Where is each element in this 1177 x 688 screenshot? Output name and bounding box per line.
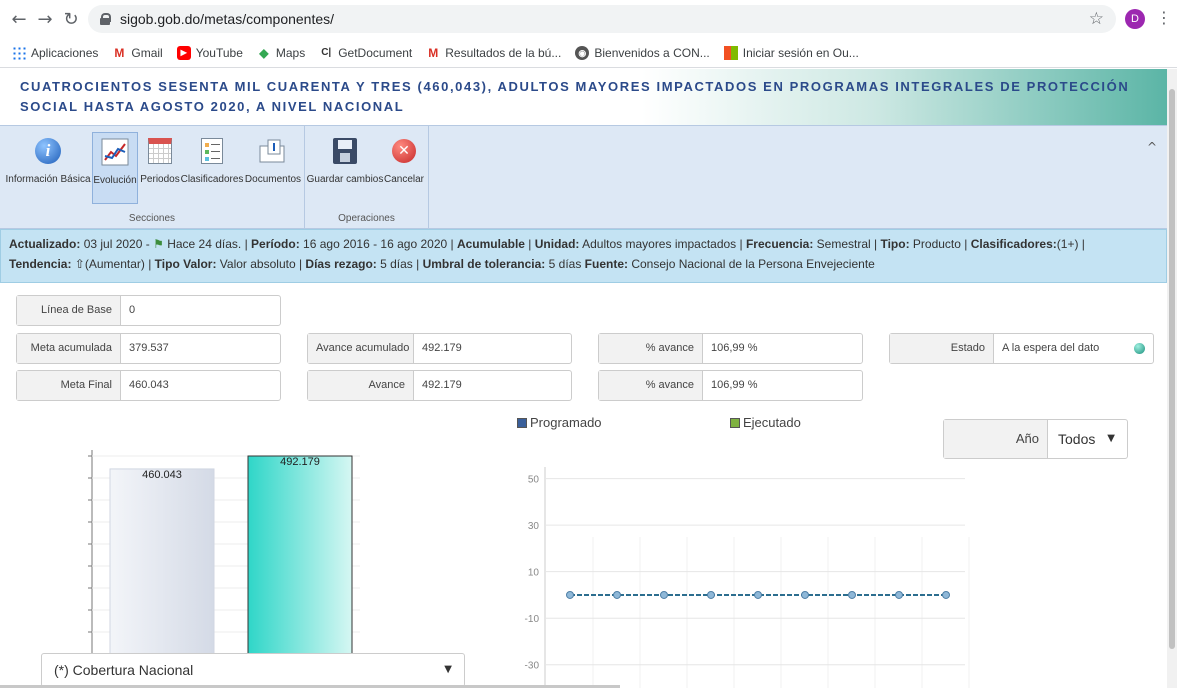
legend-swatch (517, 417, 527, 428)
y-tick-label: 30 (528, 521, 540, 532)
bookmark-iniciar-sesion[interactable]: Iniciar sesión en Ou... (723, 45, 859, 60)
bar-group-meta: 460.043Meta (109, 468, 215, 677)
ribbon-group-label: Secciones (128, 213, 176, 224)
guardar-cambios-button[interactable]: Guardar cambios (307, 132, 383, 204)
data-point (848, 590, 856, 599)
meta-acumulada-field: Meta acumulada 379.537 (16, 333, 281, 364)
documentos-button[interactable]: Documentos (244, 132, 302, 204)
dropdown-caret-icon: ▼ (1107, 433, 1115, 444)
line-chart-icon (101, 138, 129, 166)
bookmark-aplicaciones[interactable]: Aplicaciones (12, 45, 98, 60)
maps-icon: ◆ (259, 45, 269, 60)
microsoft-icon (723, 45, 738, 60)
data-point (660, 590, 668, 599)
data-point (613, 590, 621, 599)
gmail-icon: M (114, 45, 125, 60)
status-dot-icon (1134, 343, 1145, 354)
pct-avance-field-1: % avance 106,99 % (598, 333, 863, 364)
region-select[interactable]: (*) Cobertura Nacional ▼ (41, 653, 465, 687)
bookmark-maps[interactable]: ◆ Maps (257, 46, 305, 60)
bar-avance (247, 455, 353, 655)
anio-select[interactable]: Año Todos ▼ (943, 419, 1128, 459)
apps-grid-icon (12, 45, 26, 60)
data-point (942, 590, 950, 599)
address-bar[interactable]: sigob.gob.do/metas/componentes/ ☆ (88, 5, 1116, 33)
bar-value-label: 460.043 (142, 469, 182, 481)
url-text: sigob.gob.do/metas/componentes/ (120, 11, 335, 27)
pct-avance-field-2: % avance 106,99 % (598, 370, 863, 401)
linea-base-field: Línea de Base 0 (16, 295, 281, 326)
bookmark-bienvenidos[interactable]: ◉ Bienvenidos a CON... (575, 45, 710, 60)
title-banner: CUATROCIENTOS SESENTA MIL CUARENTA Y TRE… (0, 69, 1167, 125)
bookmark-resultados[interactable]: M Resultados de la bú... (426, 46, 561, 60)
bookmarks-bar: Aplicaciones M Gmail ▶ YouTube ◆ Maps C| Get… (0, 38, 1177, 68)
cipe-icon: C| (321, 46, 332, 58)
globe-icon: ◉ (575, 45, 590, 60)
info-line-1: Actualizado: 03 jul 2020 - ⚑ Hace 24 día… (9, 237, 1085, 251)
ribbon-group-label: Operaciones (338, 213, 395, 224)
legend-programado[interactable]: Programado (517, 415, 602, 430)
cancelar-button[interactable]: ✕ Cancelar (383, 132, 425, 204)
data-point (754, 590, 762, 599)
evolucion-button[interactable]: Evolución (92, 132, 138, 204)
legend-ejecutado[interactable]: Ejecutado (730, 415, 801, 430)
flag-icon: ⚑ (153, 237, 164, 251)
vertical-scrollbar[interactable] (1167, 69, 1177, 688)
documents-icon (259, 139, 285, 163)
y-tick-label: 10 (528, 568, 540, 579)
evolution-line-chart: 50 30 10 -10 -30 (525, 467, 970, 688)
dropdown-caret-icon: ▼ (444, 664, 452, 675)
informacion-basica-button[interactable]: i Información Básica (5, 132, 91, 204)
profile-avatar[interactable]: D (1125, 9, 1145, 29)
legend-swatch (730, 417, 740, 428)
youtube-icon: ▶ (176, 45, 191, 60)
avance-acumulado-field: Avance acumulado 492.179 (307, 333, 572, 364)
y-tick-label: 50 (528, 475, 540, 486)
forward-icon[interactable]: → (32, 9, 58, 30)
save-icon (333, 138, 357, 164)
periodos-button[interactable]: Periodos (140, 132, 180, 204)
bookmark-youtube[interactable]: ▶ YouTube (176, 45, 243, 60)
collapse-ribbon-icon[interactable]: ^ (1147, 140, 1157, 154)
info-icon: i (35, 138, 61, 164)
meta-final-field: Meta Final 460.043 (16, 370, 281, 401)
bookmark-gmail[interactable]: M Gmail (112, 46, 162, 60)
indicator-info-bar: Actualizado: 03 jul 2020 - ⚑ Hace 24 día… (0, 229, 1167, 283)
y-tick-label: -10 (525, 614, 540, 625)
menu-kebab-icon[interactable]: ⋮ (1156, 8, 1172, 27)
bookmark-star-icon[interactable]: ☆ (1089, 9, 1104, 29)
y-tick-label: -30 (525, 661, 540, 672)
scrollbar-thumb[interactable] (1169, 89, 1175, 649)
browser-toolbar: ← → ↻ sigob.gob.do/metas/componentes/ ☆ … (0, 0, 1177, 38)
page-content: CUATROCIENTOS SESENTA MIL CUARENTA Y TRE… (0, 69, 1167, 688)
reload-icon[interactable]: ↻ (58, 9, 84, 30)
calendar-icon (148, 138, 172, 164)
cancel-icon: ✕ (392, 139, 416, 163)
bar-group-avance: 492.179Avance (247, 455, 353, 677)
bar-value-label: 492.179 (280, 456, 320, 468)
page-title: CUATROCIENTOS SESENTA MIL CUARENTA Y TRE… (20, 79, 1130, 114)
data-point (566, 590, 574, 599)
data-point (801, 590, 809, 599)
estado-field: Estado A la espera del dato (889, 333, 1154, 364)
ribbon-group-secciones: i Información Básica Evolución Periodos (0, 126, 305, 228)
classifier-list-icon (201, 138, 223, 164)
data-point (707, 590, 715, 599)
meta-vs-avance-bar-chart: 460.043Meta 492.179Avance (88, 450, 360, 677)
info-line-2: Tendencia: ⇧(Aumentar) | Tipo Valor: Val… (9, 257, 875, 271)
bar-meta (109, 468, 215, 655)
clasificadores-button[interactable]: Clasificadores (181, 132, 243, 204)
ribbon-toolbar: i Información Básica Evolución Periodos (0, 125, 1167, 229)
ribbon-group-operaciones: Guardar cambios ✕ Cancelar Operaciones (305, 126, 429, 228)
lock-icon[interactable] (100, 13, 111, 25)
data-point (895, 590, 903, 599)
avance-field: Avance 492.179 (307, 370, 572, 401)
back-icon[interactable]: ← (6, 9, 32, 30)
gmail-icon: M (428, 45, 439, 60)
bookmark-getdocument[interactable]: C| GetDocument (319, 46, 412, 60)
